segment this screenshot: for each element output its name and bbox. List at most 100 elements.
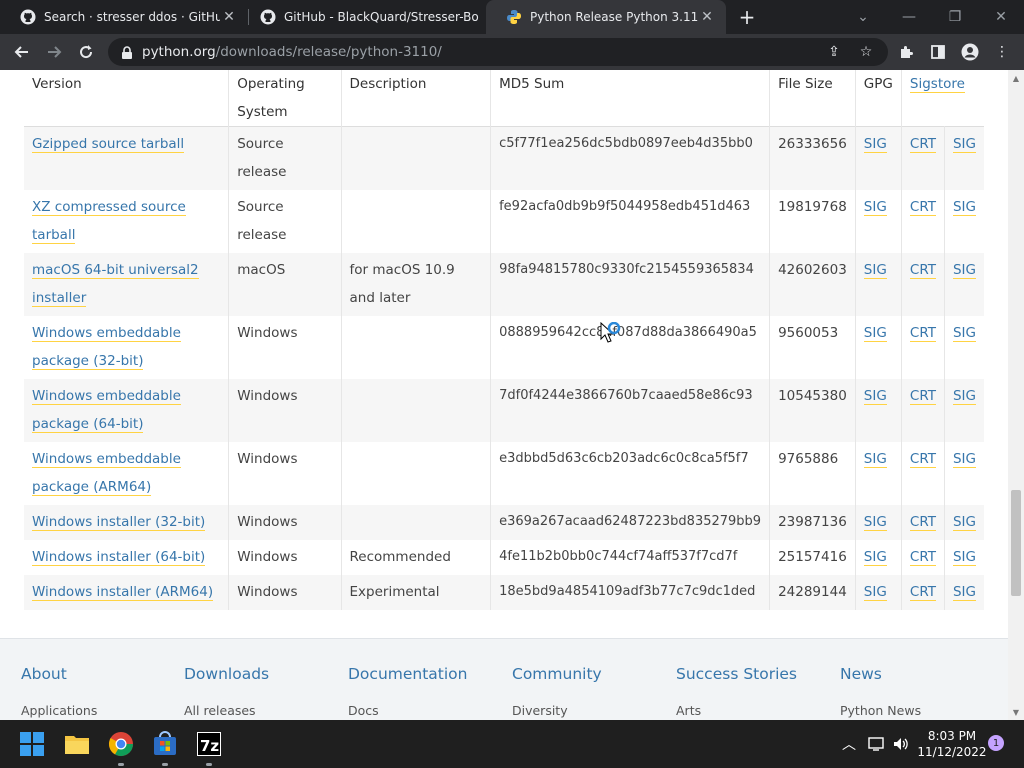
sigstore-sig-link[interactable]: SIG	[952, 451, 976, 468]
sigstore-crt-link[interactable]: CRT	[909, 549, 936, 566]
sigstore-sig-link[interactable]: SIG	[952, 514, 976, 531]
download-link[interactable]: Gzipped source tarball	[32, 136, 185, 153]
sigstore-sig-link[interactable]: SIG	[952, 325, 976, 342]
scrollbar-thumb[interactable]	[1011, 490, 1021, 596]
new-tab-button[interactable]: +	[736, 6, 758, 28]
kebab-menu-icon[interactable]: ⋮	[990, 40, 1014, 64]
browser-tab-github-search[interactable]: Search · stresser ddos · GitHub ✕	[0, 0, 248, 34]
close-icon[interactable]: ✕	[698, 8, 716, 26]
sigstore-sig-link[interactable]: SIG	[952, 584, 976, 601]
sigstore-crt-link[interactable]: CRT	[909, 388, 936, 405]
footer-link[interactable]: Docs	[348, 703, 468, 718]
browser-tab-python-release[interactable]: Python Release Python 3.11.0 | Py ✕	[486, 0, 726, 34]
gpg-sig-link[interactable]: SIG	[863, 199, 887, 216]
running-indicator	[118, 763, 124, 766]
share-icon[interactable]: ⇪	[824, 42, 844, 62]
gpg-sig-link[interactable]: SIG	[863, 136, 887, 153]
footer-heading[interactable]: Community	[512, 665, 602, 683]
footer-heading[interactable]: Success Stories	[676, 665, 797, 683]
gpg-sig-link[interactable]: SIG	[863, 262, 887, 279]
download-link[interactable]: Windows installer (64-bit)	[32, 549, 206, 566]
forward-arrow-icon[interactable]	[42, 40, 66, 64]
sigstore-crt-link[interactable]: CRT	[909, 199, 936, 216]
sigstore-crt-link[interactable]: CRT	[909, 584, 936, 601]
os-cell-cell: Source release	[228, 126, 342, 190]
footer-link[interactable]: Arts	[676, 703, 797, 718]
url-path: /downloads/release/python-3110/	[215, 44, 442, 60]
volume-icon[interactable]	[891, 734, 911, 754]
sigstore-link[interactable]: Sigstore	[909, 76, 965, 93]
scroll-down-icon[interactable]: ▼	[1008, 704, 1024, 720]
download-link[interactable]: Windows embeddable package (ARM64)	[32, 451, 181, 496]
file-explorer-icon[interactable]	[63, 730, 91, 758]
footer-heading[interactable]: About	[21, 665, 97, 683]
sigstore-crt-link[interactable]: CRT	[909, 514, 936, 531]
gpg-sig-link[interactable]: SIG	[863, 549, 887, 566]
reload-icon[interactable]	[74, 40, 98, 64]
footer-heading[interactable]: Downloads	[184, 665, 269, 683]
download-link[interactable]: Windows installer (ARM64)	[32, 584, 214, 601]
footer-heading[interactable]: News	[840, 665, 921, 683]
close-icon[interactable]: ✕	[220, 8, 238, 26]
profile-avatar-icon[interactable]	[958, 40, 982, 64]
extensions-puzzle-icon[interactable]	[894, 40, 918, 64]
md5-cell: 98fa94815780c9330fc2154559365834	[499, 262, 754, 277]
address-bar[interactable]: python.org/downloads/release/python-3110…	[108, 38, 888, 66]
sigstore-crt-link[interactable]: CRT	[909, 136, 936, 153]
os-cell-cell: Windows	[228, 442, 342, 505]
download-link[interactable]: Windows installer (32-bit)	[32, 514, 206, 531]
sigstore-sig-link[interactable]: SIG	[952, 549, 976, 566]
description-cell-cell: for macOS 10.9 and later	[341, 253, 492, 316]
minimize-icon[interactable]: —	[886, 0, 932, 34]
microsoft-store-icon[interactable]	[151, 730, 179, 758]
sigstore-sig-link[interactable]: SIG	[952, 388, 976, 405]
gpg-sig-link[interactable]: SIG	[863, 388, 887, 405]
footer-link[interactable]: All releases	[184, 703, 269, 718]
tab-search-icon[interactable]: ⌄	[840, 0, 886, 34]
bookmark-star-icon[interactable]: ☆	[856, 42, 876, 62]
browser-tab-github-repo[interactable]: GitHub - BlackQuard/Stresser-Bo	[240, 0, 486, 34]
sigstore-sig-link[interactable]: SIG	[952, 262, 976, 279]
os-cell-cell: Windows	[228, 505, 342, 540]
lock-icon[interactable]	[120, 45, 134, 59]
sigstore-crt-link[interactable]: CRT	[909, 451, 936, 468]
close-window-icon[interactable]: ✕	[978, 0, 1024, 34]
notification-badge[interactable]: 1	[988, 735, 1004, 751]
footer-link[interactable]: Diversity	[512, 703, 602, 718]
sigstore-crt-link[interactable]: CRT	[909, 325, 936, 342]
vertical-scrollbar[interactable]: ▲ ▼	[1008, 70, 1024, 720]
gpg-sig-link[interactable]: SIG	[863, 325, 887, 342]
header-gpg: GPG	[855, 70, 902, 127]
footer-link[interactable]: Python News	[840, 703, 921, 718]
sigstore-sig-link[interactable]: SIG	[952, 136, 976, 153]
file-size-cell: 9765886	[778, 451, 839, 467]
restore-icon[interactable]: ❐	[932, 0, 978, 34]
chevron-up-icon[interactable]: ︿	[839, 734, 859, 754]
download-link[interactable]: Windows embeddable package (64-bit)	[32, 388, 181, 433]
gpg-sig-link[interactable]: SIG	[863, 451, 887, 468]
side-panel-icon[interactable]	[926, 40, 950, 64]
sigstore-crt-link[interactable]: CRT	[909, 262, 936, 279]
description-cell-cell	[341, 316, 492, 379]
windows-start-icon[interactable]	[18, 730, 46, 758]
scroll-up-icon[interactable]: ▲	[1008, 70, 1024, 86]
table-row: Windows embeddable package (32-bit) Windo…	[24, 316, 984, 379]
download-link[interactable]: XZ compressed source tarball	[32, 199, 186, 244]
network-icon[interactable]	[867, 734, 887, 754]
7zip-icon[interactable]: 7z	[195, 730, 223, 758]
footer-heading[interactable]: Documentation	[348, 665, 468, 683]
footer-link[interactable]: Applications	[21, 703, 97, 718]
chrome-icon[interactable]	[107, 730, 135, 758]
md5-cell: fe92acfa0db9b9f5044958edb451d463	[499, 199, 751, 214]
sigstore-sig-cell: SIG	[944, 379, 984, 442]
sigstore-crt-cell: CRT	[901, 126, 945, 190]
back-arrow-icon[interactable]	[10, 40, 34, 64]
gpg-sig-link[interactable]: SIG	[863, 514, 887, 531]
header-sigstore[interactable]: Sigstore	[901, 70, 984, 127]
system-clock[interactable]: 8:03 PM 11/12/2022	[916, 728, 988, 760]
file-size-cell-cell: 42602603	[769, 253, 856, 316]
download-link[interactable]: Windows embeddable package (32-bit)	[32, 325, 181, 370]
gpg-sig-link[interactable]: SIG	[863, 584, 887, 601]
sigstore-sig-link[interactable]: SIG	[952, 199, 976, 216]
download-link[interactable]: macOS 64-bit universal2 installer	[32, 262, 199, 307]
